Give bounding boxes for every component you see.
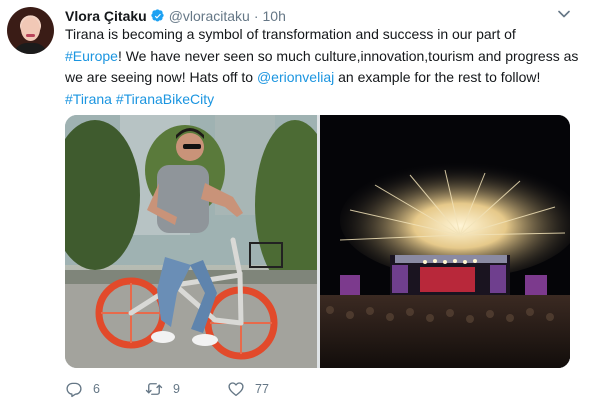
reply-icon [66, 382, 82, 398]
fireworks-concert-photo[interactable] [320, 115, 570, 368]
hashtag-europe-link[interactable]: #Europe [65, 48, 118, 64]
chevron-down-icon[interactable] [558, 10, 570, 18]
tweet-header: Vlora Çitaku @vloracitaku · 10h [65, 6, 286, 26]
mention-link[interactable]: @erionveliaj [257, 69, 334, 85]
avatar-shoulder [13, 43, 48, 54]
like-count: 77 [255, 382, 269, 396]
tweet-text-line-3-post: an example for the rest to follow! [334, 69, 541, 85]
reply-action[interactable]: 6 [65, 380, 100, 398]
tweet-hashtags-line: #Tirana #TiranaBikeCity [65, 89, 580, 111]
tweet-text: Tirana is becoming a symbol of transform… [65, 24, 580, 110]
like-action[interactable]: 77 [227, 380, 269, 398]
retweet-count: 9 [173, 382, 180, 396]
tweet: Vlora Çitaku @vloracitaku · 10h Tirana i… [0, 0, 598, 409]
hashtag-tirana-link[interactable]: #Tirana [65, 91, 112, 107]
like-heart-icon [228, 382, 244, 397]
tweet-actions: 6 9 77 [65, 380, 365, 400]
hashtag-tiranabikecity-link[interactable]: #TiranaBikeCity [116, 91, 214, 107]
tweet-timestamp[interactable]: 10h [263, 8, 286, 24]
man-riding-orange-bike-photo[interactable] [65, 115, 317, 368]
verified-badge-icon [151, 9, 164, 22]
bike-photo-illustration [65, 115, 317, 368]
author-handle[interactable]: @vloracitaku [169, 8, 250, 24]
time-separator: · [253, 8, 259, 24]
tweet-text-line-3-pre: we are seeing now! Hats off to [65, 69, 257, 85]
fireworks-photo-illustration [320, 115, 570, 368]
tweet-media [65, 115, 570, 368]
author-name[interactable]: Vlora Çitaku [65, 8, 147, 24]
avatar-lip [26, 34, 35, 37]
author-avatar[interactable] [7, 7, 54, 54]
tweet-text-line-1: Tirana is becoming a symbol of transform… [65, 26, 516, 42]
tweet-text-line-3: we are seeing now! Hats off to @erionvel… [65, 67, 580, 89]
reply-count: 6 [93, 382, 100, 396]
tweet-text-line-2-rest: ! We have never seen so much culture,inn… [117, 47, 579, 64]
tweet-text-line-2: #Europe! We have never seen so much cult… [65, 46, 580, 68]
retweet-icon [145, 383, 163, 395]
retweet-action[interactable]: 9 [145, 380, 180, 398]
avatar-face [21, 17, 40, 41]
